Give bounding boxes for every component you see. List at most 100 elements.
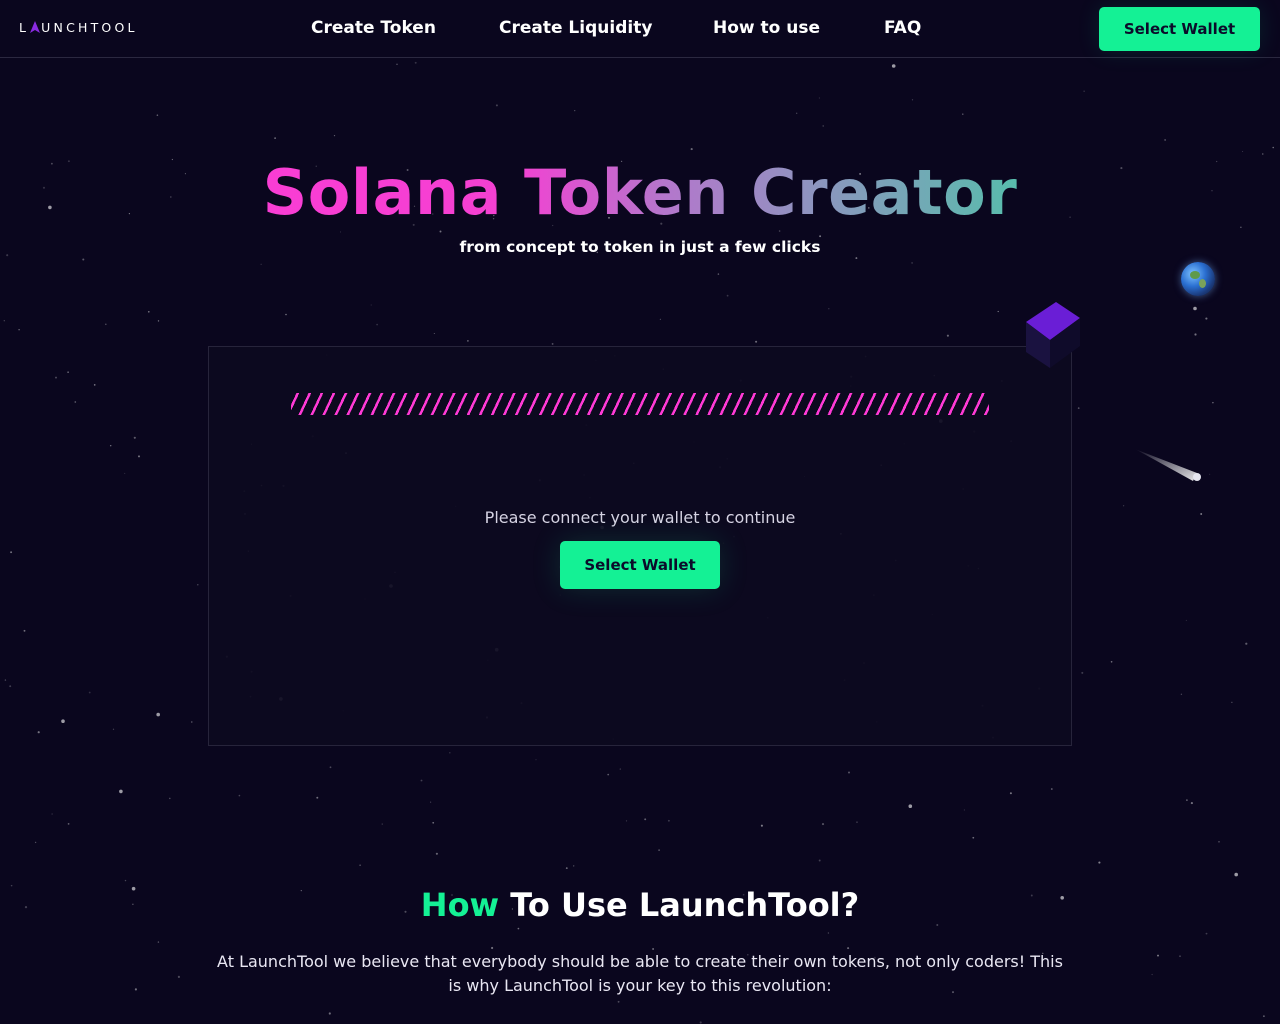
star — [37, 731, 40, 734]
star — [690, 148, 693, 151]
star — [1245, 642, 1248, 645]
hero-title: Solana Token Creator — [0, 157, 1280, 229]
star — [9, 685, 12, 688]
star — [1122, 505, 1125, 507]
star — [169, 797, 171, 800]
star — [10, 551, 13, 554]
earth-icon — [1181, 262, 1215, 296]
top-navbar: L UNCHTOOL Create Token Create Liquidity … — [0, 0, 1280, 58]
star — [1164, 139, 1166, 141]
star — [667, 819, 670, 822]
how-to-use-description: At LaunchTool we believe that everybody … — [217, 952, 1063, 995]
star — [1190, 802, 1193, 805]
star — [962, 113, 964, 115]
star — [88, 691, 91, 694]
star — [796, 112, 798, 114]
star — [124, 472, 126, 474]
star — [328, 1012, 331, 1015]
star — [573, 865, 575, 867]
star — [333, 135, 336, 137]
star — [847, 947, 850, 950]
star — [433, 332, 435, 335]
star — [1209, 473, 1211, 475]
star — [134, 988, 137, 991]
star — [137, 455, 141, 458]
star — [157, 941, 160, 943]
star — [972, 836, 975, 839]
star — [109, 444, 112, 447]
star — [755, 340, 758, 343]
star — [491, 946, 494, 950]
earth-land — [1199, 279, 1206, 288]
loading-stripes — [291, 393, 989, 415]
star — [908, 804, 913, 808]
star — [551, 342, 554, 345]
star — [432, 821, 435, 824]
star — [911, 261, 914, 264]
nav-faq[interactable]: FAQ — [884, 18, 921, 38]
token-creator-card: Please connect your wallet to continue S… — [208, 346, 1072, 746]
nav-create-token[interactable]: Create Token — [311, 18, 436, 38]
star — [1205, 932, 1208, 935]
star — [1185, 619, 1187, 621]
nav-how-to-use[interactable]: How to use — [713, 18, 820, 38]
star — [818, 859, 821, 862]
star — [82, 258, 85, 261]
star — [1083, 90, 1085, 92]
star — [1262, 1015, 1265, 1018]
comet-icon — [1135, 449, 1201, 481]
star — [827, 932, 830, 934]
star — [316, 796, 319, 799]
star — [1262, 153, 1264, 155]
star — [1186, 799, 1188, 801]
star — [67, 371, 69, 373]
star — [936, 924, 939, 926]
star — [1218, 841, 1220, 843]
star — [726, 294, 729, 297]
star — [819, 235, 822, 238]
star — [1050, 788, 1053, 790]
how-to-use-heading: How To Use LaunchTool? — [0, 886, 1280, 924]
star — [147, 310, 150, 313]
star — [105, 323, 107, 326]
star — [891, 64, 896, 68]
star — [1098, 861, 1101, 864]
star — [1077, 407, 1080, 409]
star — [133, 436, 136, 439]
star — [112, 728, 115, 730]
star — [339, 231, 342, 233]
star — [4, 679, 7, 681]
star — [946, 334, 949, 337]
nav-links: Create Token Create Liquidity How to use… — [0, 18, 1280, 40]
star — [93, 384, 96, 386]
star — [124, 879, 127, 882]
star — [420, 779, 423, 782]
star — [821, 823, 825, 826]
star — [625, 820, 628, 822]
star — [822, 125, 824, 127]
star — [156, 712, 160, 717]
star — [23, 629, 26, 632]
star — [1193, 306, 1197, 311]
earth-land — [1190, 271, 1200, 279]
select-wallet-button[interactable]: Select Wallet — [1099, 7, 1260, 51]
star — [435, 852, 438, 855]
star — [467, 340, 469, 342]
star — [1110, 660, 1113, 663]
star — [619, 768, 621, 770]
nav-create-liquidity[interactable]: Create Liquidity — [499, 18, 652, 38]
star — [699, 1021, 702, 1024]
star — [847, 771, 851, 774]
cube-icon — [1026, 302, 1080, 368]
star — [260, 263, 262, 265]
star — [285, 313, 287, 316]
star — [658, 849, 660, 851]
star — [1194, 333, 1197, 336]
star — [1205, 317, 1208, 320]
star — [1242, 150, 1244, 153]
star — [156, 114, 159, 116]
star — [644, 818, 647, 821]
star — [607, 773, 610, 776]
star — [495, 104, 498, 107]
card-select-wallet-button[interactable]: Select Wallet — [560, 541, 720, 589]
